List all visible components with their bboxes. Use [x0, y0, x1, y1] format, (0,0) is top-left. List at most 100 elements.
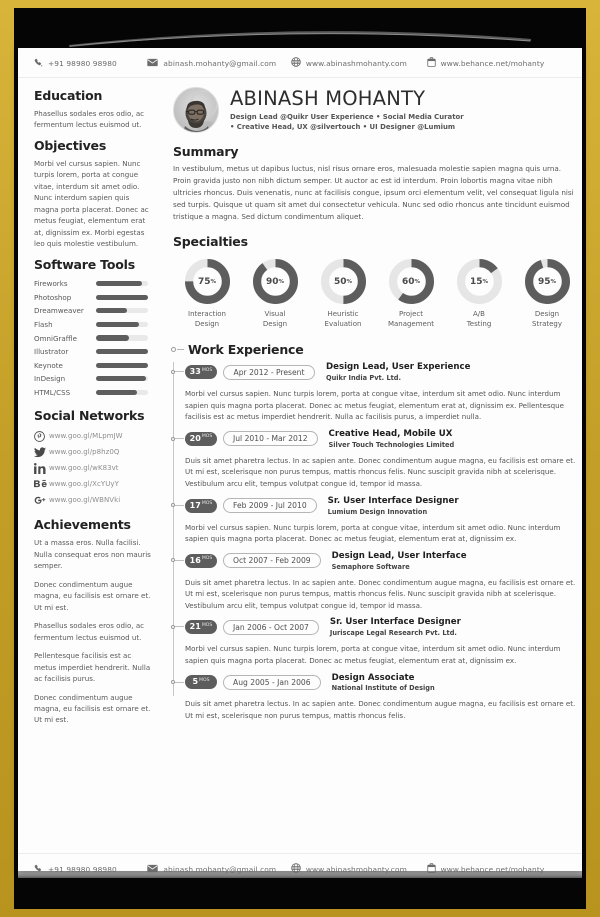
timeline-start-node-icon: [171, 347, 176, 353]
job-role-block: Creative Head, Mobile UX Silver Touch Tec…: [329, 429, 455, 449]
software-tool-bar-track: [96, 281, 148, 287]
software-tool-bar-track: [96, 349, 148, 355]
job-role: Sr. User Interface Designer: [327, 495, 459, 506]
footer-contact-behance-text: www.behance.net/mohanty: [440, 864, 545, 874]
software-tool-bar-track: [96, 308, 148, 314]
portfolio-icon: [426, 57, 436, 69]
social-link-url: www.goo.gl/MLpmJW: [49, 432, 123, 441]
job-description: Duis sit amet pharetra lectus. In ac sap…: [185, 455, 576, 489]
pinterest-icon: [34, 430, 49, 442]
contact-behance-text: www.behance.net/mohanty: [440, 58, 545, 68]
specialty-donut-chart: 60%: [388, 258, 435, 305]
contact-bar-footer: +91 98980 98980 abinash.mohanty@gmail.co…: [18, 853, 582, 883]
software-tools-list: Fireworks Photoshop Dreamweaver Flash OmniGr…: [34, 277, 153, 399]
software-tool-bar-fill: [96, 281, 142, 287]
social-link-googleplus[interactable]: www.goo.gl/WBNVki: [34, 492, 153, 508]
job-duration-unit: MOS: [201, 556, 213, 562]
software-tool-bar-fill: [96, 321, 139, 328]
footer-contact-phone[interactable]: +91 98980 98980: [28, 864, 147, 875]
job-company: Silver Touch Technologies Limited: [328, 440, 455, 449]
objectives-text: Morbi vel cursus sapien. Nunc turpis lor…: [34, 158, 149, 249]
globe-icon: [291, 863, 301, 875]
specialties-heading: Specialties: [173, 234, 248, 250]
software-tool-row: Keynote: [34, 358, 153, 372]
contact-email[interactable]: abinash.mohanty@gmail.com: [147, 58, 290, 69]
specialty-donut-chart: 15%: [456, 258, 503, 305]
specialty-label-line1: Project: [399, 310, 423, 319]
specialty-value-unit: %: [550, 278, 557, 285]
job-role-block: Sr. User Interface Designer Juriscape Leg…: [330, 617, 461, 637]
specialty-value: 50%: [320, 258, 367, 305]
linkedin-icon: [34, 462, 49, 474]
specialty-value: 75%: [184, 258, 231, 305]
specialty-value-unit: %: [482, 278, 489, 285]
poster-frame: +91 98980 98980 abinash.mohanty@gmail.co…: [0, 0, 600, 917]
software-tool-bar-track: [96, 294, 148, 300]
job-company: Lumium Design Innovation: [327, 507, 428, 516]
job-header-row: 33 MOS Apr 2012 - Present Design Lead, User…: [185, 362, 581, 382]
job-entry: 20 MOS Jul 2010 - Mar 2012 Creative Head, M…: [171, 429, 581, 490]
job-duration-months: 21: [189, 622, 201, 632]
job-duration-months: 5: [192, 677, 199, 687]
job-company: Quikr India Pvt. Ltd.: [326, 374, 402, 383]
social-link-pinterest[interactable]: www.goo.gl/MLpmJW: [34, 428, 153, 444]
work-experience-heading: Work Experience: [188, 342, 304, 358]
specialty-label: Design Strategy: [513, 310, 581, 329]
social-networks-heading: Social Networks: [34, 408, 145, 424]
portfolio-icon: [426, 863, 436, 875]
achievements-heading: Achievements: [34, 517, 131, 533]
contact-behance[interactable]: www.behance.net/mohanty: [426, 57, 572, 69]
job-description: Morbi vel cursus sapien. Nunc turpis lor…: [185, 644, 561, 665]
software-tool-label: Keynote: [34, 360, 63, 370]
job-date-range: Feb 2009 - Jul 2010: [223, 498, 317, 514]
footer-contact-phone-text: +91 98980 98980: [48, 864, 117, 874]
job-duration-badge: 5 MOS: [185, 675, 217, 690]
job-role: Creative Head, Mobile UX: [328, 429, 453, 440]
social-link-linkedin[interactable]: www.goo.gl/wK83vt: [34, 460, 153, 476]
education-heading: Education: [34, 88, 103, 103]
job-duration-badge: 16 MOS: [185, 553, 217, 568]
specialty-label-line1: Interaction: [188, 310, 226, 319]
specialty-label-line1: A/B: [473, 310, 485, 319]
footer-contact-behance[interactable]: www.behance.net/mohanty: [426, 863, 572, 875]
specialty-label: Interaction Design: [173, 310, 241, 329]
job-duration-unit: MOS: [201, 501, 213, 507]
contact-website-text: www.abinashmohanty.com: [305, 58, 407, 68]
contact-website[interactable]: www.abinashmohanty.com: [291, 57, 427, 69]
contact-phone-text: +91 98980 98980: [48, 58, 117, 68]
specialty-item: 90% Visual Design: [241, 258, 309, 329]
job-date-range: Oct 2007 - Feb 2009: [223, 553, 321, 569]
footer-contact-website[interactable]: www.abinashmohanty.com: [291, 863, 427, 875]
job-role-block: Design Lead, User Experience Quikr India …: [326, 362, 470, 382]
specialty-item: 50% Heuristic Evaluation: [309, 258, 377, 329]
specialty-donut-chart: 95%: [524, 258, 571, 305]
job-duration-badge: 21 MOS: [185, 620, 217, 635]
sidebar: Education Phasellus sodales eros odio, a…: [18, 78, 163, 853]
social-link-twitter[interactable]: www.goo.gl/p8hz0Q: [34, 444, 153, 460]
page-title: ABINASH MOHANTY: [230, 87, 426, 110]
software-tool-bar-fill: [96, 349, 148, 355]
behance-icon: [34, 479, 49, 489]
footer-contact-email[interactable]: abinash.mohanty@gmail.com: [147, 864, 290, 875]
timeline-node-icon: [171, 436, 175, 441]
social-link-behance[interactable]: www.goo.gl/XcYUyY: [34, 476, 153, 492]
software-tool-bar-fill: [96, 294, 148, 300]
job-header-row: 20 MOS Jul 2010 - Mar 2012 Creative Head, M…: [185, 429, 581, 449]
job-date-range: Apr 2012 - Present: [223, 364, 315, 380]
contact-phone[interactable]: +91 98980 98980: [28, 58, 147, 69]
job-header-row: 21 MOS Jan 2006 - Oct 2007 Sr. User Interfa…: [185, 617, 581, 637]
job-duration-unit: MOS: [201, 367, 213, 373]
software-tool-bar-track: [96, 321, 148, 328]
specialty-value: 15%: [456, 258, 503, 305]
software-tool-row: Photoshop: [34, 290, 153, 304]
achievement-paragraph: Pellentesque facilisis est ac metus impe…: [34, 651, 151, 684]
resume-body: Education Phasellus sodales eros odio, a…: [18, 78, 582, 853]
achievement-paragraph: Donec condimentum augue magna, eu facili…: [34, 579, 151, 612]
achievement-paragraph: Phasellus sodales eros odio, ac fermentu…: [34, 621, 145, 642]
social-link-url: www.goo.gl/p8hz0Q: [49, 448, 120, 457]
job-company: Semaphore Software: [331, 562, 410, 571]
specialty-label-line1: Visual: [264, 310, 286, 319]
globe-icon: [291, 57, 301, 69]
job-entry: 21 MOS Jan 2006 - Oct 2007 Sr. User Interfa…: [171, 617, 581, 666]
job-description: Morbi vel cursus sapien. Nunc turpis lor…: [185, 522, 561, 544]
